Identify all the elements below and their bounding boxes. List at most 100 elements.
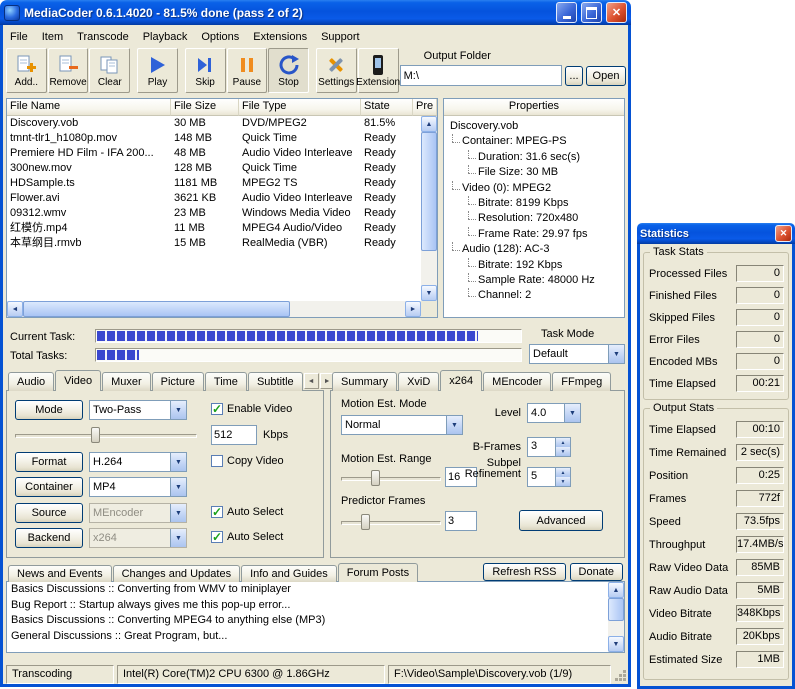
subpel-refinement-spinner[interactable]: 5▲▼: [527, 467, 571, 487]
tab-changes-and-updates[interactable]: Changes and Updates: [113, 565, 240, 582]
properties-header[interactable]: Properties: [444, 99, 624, 116]
forum-list-vscrollbar[interactable]: ▲ ▼: [608, 582, 624, 652]
tab-info-and-guides[interactable]: Info and Guides: [241, 565, 337, 582]
forum-post-link[interactable]: Bug Report :: Startup always gives me th…: [7, 598, 607, 614]
scroll-left-icon[interactable]: ◄: [7, 301, 23, 317]
checkbox-checked-icon[interactable]: [211, 403, 223, 415]
motion-est-mode-combobox[interactable]: Normal▼: [341, 415, 463, 435]
spin-up-icon[interactable]: ▲: [556, 468, 570, 477]
scroll-up-icon[interactable]: ▲: [421, 116, 437, 132]
spin-down-icon[interactable]: ▼: [556, 447, 570, 456]
mode-button[interactable]: Mode: [15, 400, 83, 420]
clear-button[interactable]: Clear: [89, 48, 130, 93]
tab-muxer[interactable]: Muxer: [102, 372, 151, 391]
file-row[interactable]: 本草纲目.rmvb 15 MB RealMedia (VBR) Ready: [7, 236, 421, 251]
hscroll-thumb[interactable]: [23, 301, 290, 317]
chevron-down-icon[interactable]: ▼: [608, 345, 624, 363]
file-row[interactable]: Discovery.vob 30 MB DVD/MPEG2 81.5%: [7, 116, 421, 131]
column-header-file-size[interactable]: File Size: [171, 99, 239, 116]
tab-video[interactable]: Video: [55, 370, 101, 391]
checkbox-icon[interactable]: [211, 455, 223, 467]
chevron-down-icon[interactable]: ▼: [170, 478, 186, 496]
statistics-titlebar[interactable]: Statistics: [637, 223, 795, 244]
file-row[interactable]: Flower.avi 3621 KB Audio Video Interleav…: [7, 191, 421, 206]
column-header-state[interactable]: State: [361, 99, 413, 116]
tree-node[interactable]: Video (0): MPEG2: [446, 181, 622, 196]
tree-node[interactable]: Frame Rate: 29.97 fps: [446, 227, 622, 242]
column-header-file-type[interactable]: File Type: [239, 99, 361, 116]
forum-post-link[interactable]: General Discussions :: Great Program, bu…: [7, 629, 607, 645]
tree-node[interactable]: Container: MPEG-PS: [446, 134, 622, 149]
container-combobox[interactable]: MP4▼: [89, 477, 187, 497]
browse-button[interactable]: ...: [565, 66, 583, 86]
forum-post-link[interactable]: Basics Discussions :: Converting from WM…: [7, 582, 607, 598]
menu-item[interactable]: Transcode: [70, 29, 136, 45]
play-button[interactable]: Play: [137, 48, 178, 93]
spin-up-icon[interactable]: ▲: [556, 438, 570, 447]
tab-xvid[interactable]: XviD: [398, 372, 439, 391]
tab-forum-posts[interactable]: Forum Posts: [338, 563, 418, 582]
refresh-rss-button[interactable]: Refresh RSS: [483, 563, 565, 581]
copy-video-checkbox[interactable]: Copy Video: [211, 455, 284, 467]
scroll-down-icon[interactable]: ▼: [421, 285, 437, 301]
tab-time[interactable]: Time: [205, 372, 247, 391]
tab-x264[interactable]: x264: [440, 370, 482, 391]
container-button[interactable]: Container: [15, 477, 83, 497]
scroll-right-icon[interactable]: ►: [405, 301, 421, 317]
format-button[interactable]: Format: [15, 452, 83, 472]
settings-button[interactable]: Settings: [316, 48, 357, 93]
format-combobox[interactable]: H.264▼: [89, 452, 187, 472]
resize-grip-icon[interactable]: [615, 670, 627, 685]
slider-thumb[interactable]: [361, 514, 370, 530]
tree-node[interactable]: Audio (128): AC-3: [446, 242, 622, 257]
menu-item[interactable]: Options: [194, 29, 246, 45]
menu-item[interactable]: Support: [314, 29, 367, 45]
chevron-down-icon[interactable]: ▼: [564, 404, 580, 422]
chevron-down-icon[interactable]: ▼: [446, 416, 462, 434]
file-row[interactable]: 300new.mov 128 MB Quick Time Ready: [7, 161, 421, 176]
statistics-close-button[interactable]: [775, 225, 792, 242]
tree-node[interactable]: Bitrate: 8199 Kbps: [446, 196, 622, 211]
column-header-preset[interactable]: Pre: [413, 99, 437, 116]
tab-subtitle[interactable]: Subtitle: [248, 372, 303, 391]
forum-post-link[interactable]: Basics Discussions :: Converting MPEG4 t…: [7, 613, 607, 629]
bitrate-slider[interactable]: [15, 427, 197, 443]
donate-button[interactable]: Donate: [570, 563, 623, 581]
source-button[interactable]: Source: [15, 503, 83, 523]
vscroll-thumb[interactable]: [421, 132, 437, 251]
checkbox-checked-icon[interactable]: [211, 506, 223, 518]
scroll-up-icon[interactable]: ▲: [608, 582, 624, 598]
tree-node[interactable]: Channel: 2: [446, 288, 622, 303]
predictor-frames-slider[interactable]: [341, 514, 441, 530]
menu-item[interactable]: Item: [35, 29, 70, 45]
backend-auto-select-checkbox[interactable]: Auto Select: [211, 531, 283, 543]
column-header-file-name[interactable]: File Name: [7, 99, 171, 116]
predictor-frames-input[interactable]: [445, 511, 477, 531]
slider-thumb[interactable]: [91, 427, 100, 443]
file-row[interactable]: 09312.wmv 23 MB Windows Media Video Read…: [7, 206, 421, 221]
minimize-button[interactable]: [556, 2, 577, 23]
menu-item[interactable]: File: [3, 29, 35, 45]
tree-node[interactable]: Duration: 31.6 sec(s): [446, 150, 622, 165]
titlebar[interactable]: MediaCoder 0.6.1.4020 - 81.5% done (pass…: [0, 0, 631, 25]
open-button[interactable]: Open: [586, 66, 626, 86]
file-row[interactable]: 红模仿.mp4 11 MB MPEG4 Audio/Video Ready: [7, 221, 421, 236]
bitrate-input[interactable]: [211, 425, 257, 445]
file-row[interactable]: tmnt-tlr1_h1080p.mov 148 MB Quick Time R…: [7, 131, 421, 146]
enable-video-checkbox[interactable]: Enable Video: [211, 403, 292, 415]
extension-button[interactable]: Extension: [358, 48, 399, 93]
b-frames-spinner[interactable]: 3▲▼: [527, 437, 571, 457]
maximize-button[interactable]: [581, 2, 602, 23]
level-combobox[interactable]: 4.0▼: [527, 403, 581, 423]
checkbox-checked-icon[interactable]: [211, 531, 223, 543]
tab-ffmpeg[interactable]: FFmpeg: [552, 372, 611, 391]
backend-button[interactable]: Backend: [15, 528, 83, 548]
skip-button[interactable]: Skip: [185, 48, 226, 93]
file-list-vscrollbar[interactable]: ▲ ▼: [421, 116, 437, 301]
advanced-button[interactable]: Advanced: [519, 510, 603, 531]
tree-node[interactable]: Bitrate: 192 Kbps: [446, 258, 622, 273]
tab-summary[interactable]: Summary: [332, 372, 397, 391]
tree-node[interactable]: File Size: 30 MB: [446, 165, 622, 180]
remove-button[interactable]: Remove: [48, 48, 89, 93]
add-button[interactable]: Add..: [6, 48, 47, 93]
